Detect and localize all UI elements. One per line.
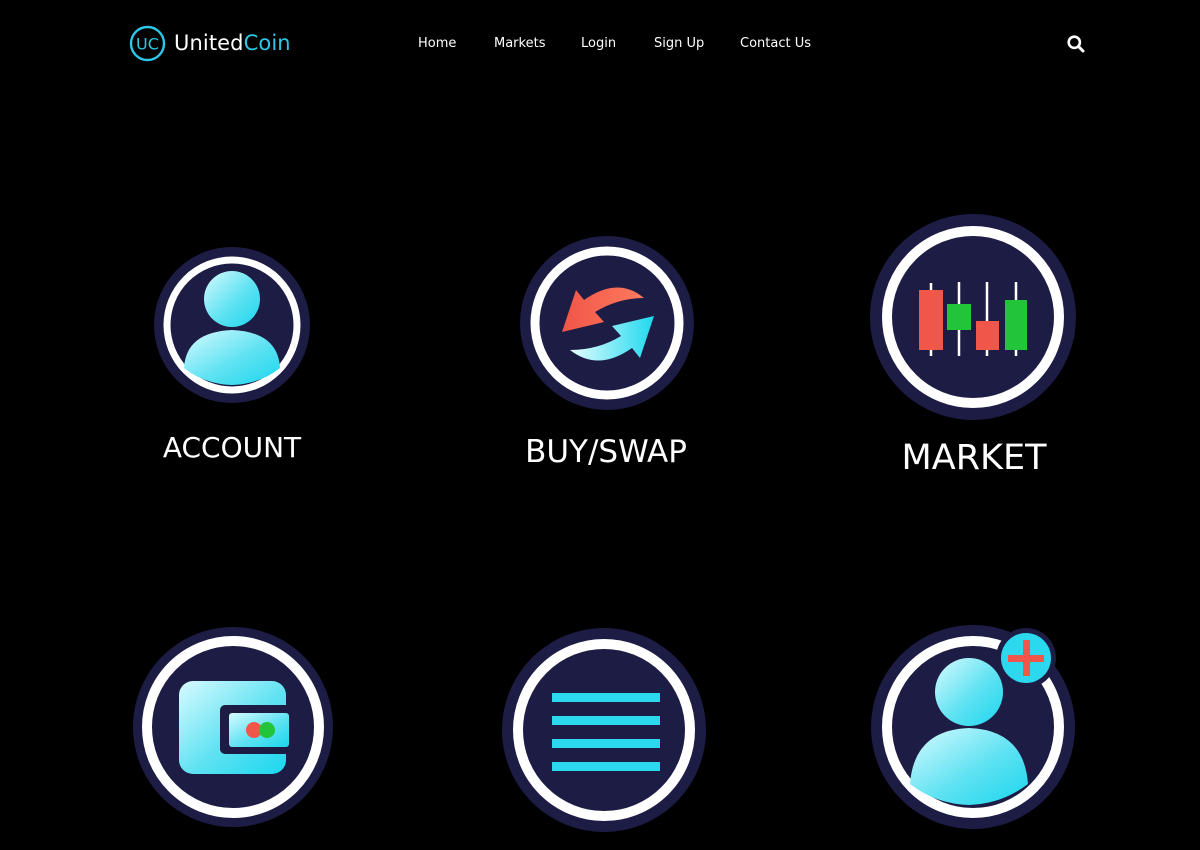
tile-buy-swap[interactable]: BUY/SWAP <box>506 236 706 476</box>
tile-add-user[interactable] <box>868 622 1075 850</box>
search-icon <box>1067 35 1085 53</box>
swap-arrows-icon <box>520 236 694 410</box>
tile-label-account: ACCOUNT <box>162 431 302 464</box>
tile-label-buy-swap: BUY/SWAP <box>525 434 687 470</box>
tile-list[interactable] <box>500 627 706 850</box>
nav-sign-up[interactable]: Sign Up <box>654 35 704 53</box>
tile-market[interactable]: MARKET <box>862 210 1086 490</box>
tile-wallet[interactable] <box>130 627 336 850</box>
nav-login[interactable]: Login <box>581 35 616 53</box>
site-header: UC UnitedCoin Home Markets Login Sign Up… <box>0 0 1200 88</box>
add-user-icon <box>871 625 1075 829</box>
nav-contact-us[interactable]: Contact Us <box>740 35 811 53</box>
user-icon <box>154 247 310 403</box>
main-nav: Home Markets Login Sign Up Contact Us <box>0 35 1200 55</box>
nav-markets[interactable]: Markets <box>494 35 545 53</box>
list-lines-icon <box>502 628 706 832</box>
search-button[interactable] <box>1066 34 1086 54</box>
wallet-icon <box>133 627 333 827</box>
nav-home[interactable]: Home <box>418 35 456 53</box>
candlestick-chart-icon <box>870 214 1076 420</box>
tile-account[interactable]: ACCOUNT <box>150 245 314 470</box>
tile-label-market: MARKET <box>901 438 1047 478</box>
